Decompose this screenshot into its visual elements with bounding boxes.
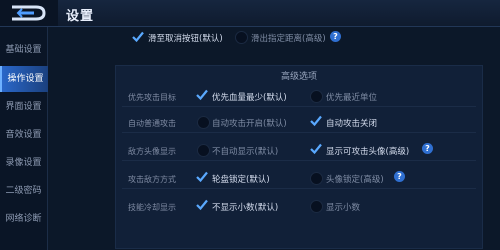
- row-divider: [122, 160, 476, 161]
- sidebar-item-controls[interactable]: 操作设置: [0, 66, 49, 92]
- back-arrow-logo-icon: [12, 5, 46, 21]
- option-wheel-lock[interactable]: 轮盘锁定(默认): [212, 173, 270, 185]
- option-lowest-hp[interactable]: 优先血量最少(默认): [212, 91, 287, 103]
- sidebar-item-basic[interactable]: 基础设置: [0, 37, 47, 63]
- top-bar: 设置: [0, 0, 500, 27]
- distance-radio[interactable]: [235, 31, 248, 44]
- option-auto-attack-on[interactable]: 自动攻击开启(默认): [212, 117, 287, 129]
- row-divider: [122, 188, 476, 189]
- sidebar-item-interface[interactable]: 界面设置: [0, 94, 47, 120]
- checkmark-icon[interactable]: [310, 143, 322, 155]
- option-nearest[interactable]: 优先最近单位: [326, 91, 377, 103]
- row-label-enemy-avatar: 敌方头像显示: [128, 147, 176, 156]
- row-divider: [122, 132, 476, 133]
- row-label-cooldown-display: 技能冷却显示: [128, 203, 176, 212]
- radio-no-auto-show[interactable]: [197, 144, 210, 157]
- checkmark-icon[interactable]: [132, 31, 144, 43]
- option-auto-attack-off[interactable]: 自动攻击关闭: [326, 117, 377, 129]
- checkmark-icon[interactable]: [196, 89, 208, 101]
- page-title: 设置: [66, 9, 95, 24]
- sidebar: 基础设置 操作设置 界面设置 音效设置 录像设置 二级密码 网络诊断: [0, 27, 49, 250]
- sidebar-item-network[interactable]: 网络诊断: [0, 206, 47, 232]
- checkmark-icon[interactable]: [196, 199, 208, 211]
- radio-avatar-lock[interactable]: [310, 172, 323, 185]
- sidebar-item-password[interactable]: 二级密码: [0, 178, 47, 204]
- checkmark-icon[interactable]: [196, 171, 208, 183]
- question-icon[interactable]: ?: [422, 143, 433, 154]
- option-show-attackable-avatar[interactable]: 显示可攻击头像(高级): [326, 145, 409, 157]
- row-label-target-priority: 优先攻击目标: [128, 93, 176, 102]
- question-icon[interactable]: ?: [330, 31, 341, 42]
- radio-nearest[interactable]: [310, 90, 323, 103]
- radio-auto-attack-on[interactable]: [197, 116, 210, 129]
- distance-option[interactable]: 滑出指定距离(高级): [251, 32, 326, 44]
- advanced-title: 高级选项: [280, 72, 317, 82]
- question-icon[interactable]: ?: [394, 171, 405, 182]
- row-label-auto-attack: 自动普通攻击: [128, 119, 176, 128]
- option-show-decimals[interactable]: 显示小数: [326, 201, 360, 213]
- main-content: 滑至取消按钮(默认) 滑出指定距离(高级) ? 高级选项 优先攻击目标 优先血量…: [48, 27, 500, 250]
- cancel-button-option[interactable]: 滑至取消按钮(默认): [148, 32, 223, 44]
- option-no-auto-show[interactable]: 不自动显示(默认): [212, 145, 278, 157]
- row-divider: [122, 106, 476, 107]
- option-avatar-lock[interactable]: 头像锁定(高级): [326, 173, 384, 185]
- radio-show-decimals[interactable]: [310, 200, 323, 213]
- row-label-attack-mode: 攻击敌方方式: [128, 175, 176, 184]
- sidebar-item-sound[interactable]: 音效设置: [0, 122, 47, 148]
- sidebar-item-replay[interactable]: 录像设置: [0, 150, 47, 176]
- option-no-decimals[interactable]: 不显示小数(默认): [212, 201, 278, 213]
- back-button[interactable]: [0, 0, 58, 26]
- cancel-mode-row: 滑至取消按钮(默认) 滑出指定距离(高级) ?: [118, 30, 438, 48]
- advanced-options-panel: 高级选项 优先攻击目标 优先血量最少(默认) 优先最近单位 自动普通攻击 自动攻…: [115, 65, 483, 249]
- checkmark-icon[interactable]: [310, 115, 322, 127]
